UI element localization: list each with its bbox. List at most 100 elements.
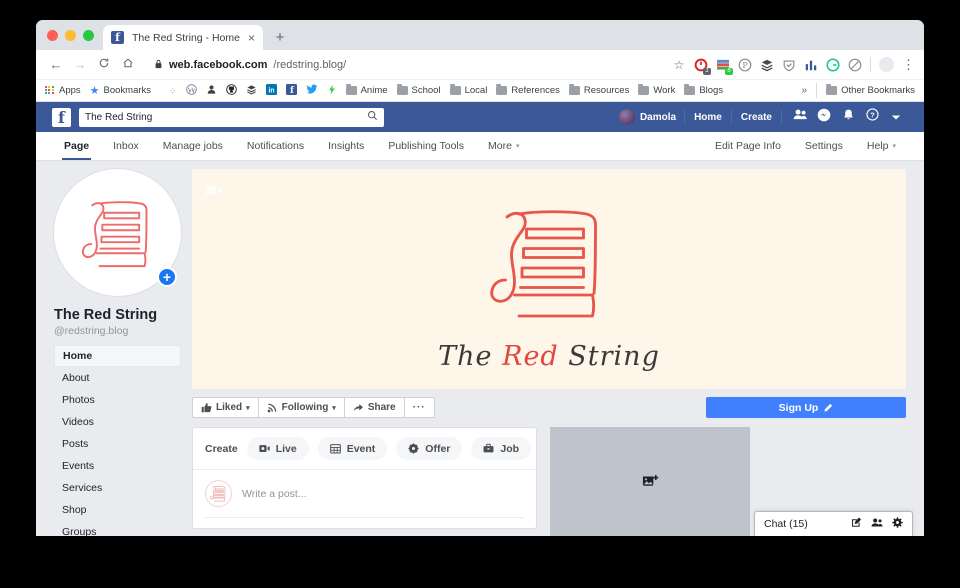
bookmark-stack[interactable] [246, 84, 257, 98]
sidebar-item-home[interactable]: Home [54, 345, 181, 367]
forward-icon[interactable]: → [68, 57, 92, 72]
bookmark-apps[interactable]: Apps [45, 85, 81, 96]
dots-icon: ⁘ [169, 85, 177, 96]
bookmark-label: References [511, 85, 560, 96]
messenger-icon[interactable] [812, 108, 836, 127]
other-bookmarks-folder[interactable]: Other Bookmarks [826, 84, 915, 96]
chat-bar[interactable]: Chat (15) [754, 511, 913, 536]
account-name-button[interactable]: Damola [611, 109, 684, 125]
following-button[interactable]: Following ▾ [259, 398, 345, 417]
account-menu-caret-icon[interactable] [884, 108, 908, 126]
video-camera-icon[interactable] [206, 183, 223, 201]
edit-page-info-button[interactable]: Edit Page Info [703, 132, 793, 160]
add-profile-photo-button[interactable]: + [157, 267, 177, 287]
tab-manage-jobs[interactable]: Manage jobs [151, 132, 235, 160]
create-job-button[interactable]: Job [471, 437, 532, 460]
bookmark-person[interactable] [206, 84, 217, 98]
bookmark-lightning[interactable] [327, 84, 337, 98]
notifications-bell-icon[interactable] [836, 108, 860, 127]
color-stack-extension-icon[interactable]: 6 [716, 58, 733, 75]
tab-publishing-tools[interactable]: Publishing Tools [376, 132, 476, 160]
tab-label: Settings [804, 140, 843, 152]
profile-picture[interactable]: + [54, 169, 181, 296]
bookmark-bookmarks[interactable]: ★ Bookmarks [90, 85, 151, 96]
block-circle-icon[interactable] [848, 58, 862, 72]
browser-tab[interactable]: f The Red String - Home × [103, 25, 263, 50]
analytics-icon[interactable] [804, 58, 818, 72]
tab-insights[interactable]: Insights [316, 132, 376, 160]
bookmark-folder-work[interactable]: Work [638, 84, 675, 96]
bookmarks-bar: Apps ★ Bookmarks ⁘ in f Anime School Loc… [36, 80, 924, 102]
facebook-logo-icon[interactable]: f [52, 107, 71, 127]
clock-extension-icon[interactable]: 1 [694, 58, 711, 75]
reload-icon[interactable] [92, 57, 116, 72]
bookmark-folder-local[interactable]: Local [449, 84, 487, 96]
liked-button[interactable]: Liked ▾ [193, 398, 259, 417]
bookmark-star-icon[interactable]: ☆ [672, 58, 686, 72]
more-options-button[interactable]: ··· [405, 398, 434, 417]
action-label: Share [367, 402, 396, 413]
help-icon[interactable]: ? [860, 108, 884, 126]
create-live-button[interactable]: Live [246, 437, 309, 460]
share-button[interactable]: Share [345, 398, 405, 417]
sidebar-item-shop[interactable]: Shop [54, 499, 181, 521]
grammar-extension-icon[interactable] [826, 57, 840, 72]
settings-button[interactable]: Settings [793, 132, 855, 160]
tab-notifications[interactable]: Notifications [235, 132, 316, 160]
chat-settings-gear-icon[interactable] [892, 515, 903, 533]
sidebar-item-videos[interactable]: Videos [54, 411, 181, 433]
bookmark-folder-anime[interactable]: Anime [345, 84, 388, 96]
sign-up-button[interactable]: Sign Up [706, 397, 906, 418]
bookmark-github[interactable] [225, 83, 237, 98]
bookmark-folder-references[interactable]: References [496, 84, 560, 96]
media-placeholder[interactable] [550, 427, 750, 536]
bookmark-twitter[interactable] [306, 83, 318, 98]
help-menu-button[interactable]: Help ▾ [855, 132, 908, 160]
search-icon[interactable] [367, 110, 378, 124]
sidebar-item-label: Home [63, 350, 93, 362]
back-icon[interactable]: ← [44, 57, 68, 72]
bookmark-linkedin[interactable]: in [265, 83, 277, 98]
cover-photo[interactable]: The Red String [192, 169, 906, 389]
create-offer-button[interactable]: Offer [396, 437, 463, 460]
friend-requests-icon[interactable] [788, 108, 812, 126]
create-event-button[interactable]: Event [317, 437, 388, 460]
search-input[interactable]: The Red String [79, 107, 384, 127]
scroll-logo-icon [210, 486, 226, 502]
user-avatar [618, 109, 635, 125]
tab-inbox[interactable]: Inbox [101, 132, 151, 160]
sidebar-item-services[interactable]: Services [54, 477, 181, 499]
close-tab-icon[interactable]: × [248, 32, 255, 44]
group-chat-icon[interactable] [871, 515, 883, 533]
tab-page[interactable]: Page [52, 132, 101, 160]
sidebar-item-events[interactable]: Events [54, 455, 181, 477]
bookmark-folder-resources[interactable]: Resources [568, 84, 629, 96]
bookmark-folder-school[interactable]: School [396, 84, 441, 96]
chrome-menu-icon[interactable]: ⋮ [902, 57, 915, 73]
layers-icon[interactable] [760, 58, 774, 72]
sidebar-item-groups[interactable]: Groups [54, 521, 181, 537]
address-bar[interactable]: web.facebook.com/redstring.blog/ [146, 54, 666, 76]
browser-profile-avatar[interactable] [879, 57, 894, 72]
sidebar-item-photos[interactable]: Photos [54, 389, 181, 411]
maximize-window-button[interactable] [83, 29, 94, 41]
tab-more[interactable]: More ▾ [476, 132, 531, 160]
pinterest-icon[interactable]: P [738, 58, 752, 72]
home-icon[interactable] [116, 57, 140, 72]
bookmark-wordpress[interactable] [185, 83, 197, 98]
sidebar-item-posts[interactable]: Posts [54, 433, 181, 455]
close-window-button[interactable] [47, 29, 58, 41]
shield-icon[interactable] [782, 58, 796, 72]
bookmarks-overflow-icon[interactable]: » [802, 85, 808, 96]
minimize-window-button[interactable] [65, 29, 76, 41]
create-link[interactable]: Create [732, 112, 781, 123]
write-post-row[interactable]: Write a post... [193, 470, 536, 517]
bookmark-facebook[interactable]: f [285, 83, 297, 98]
bookmark-folder-blogs[interactable]: Blogs [684, 84, 723, 96]
composer-footer [193, 518, 536, 528]
sidebar-item-about[interactable]: About [54, 367, 181, 389]
bookmark-dots[interactable]: ⁘ [169, 86, 177, 96]
new-tab-button[interactable]: + [271, 29, 289, 46]
home-link[interactable]: Home [685, 112, 731, 123]
compose-message-icon[interactable] [851, 515, 862, 533]
